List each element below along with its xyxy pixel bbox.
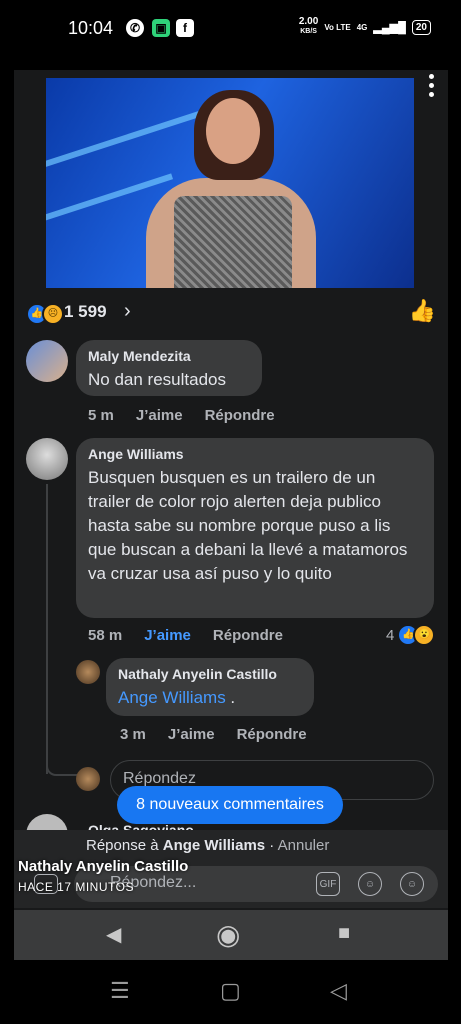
status-time: 10:04 (68, 18, 114, 38)
chevron-right-icon[interactable]: › (124, 300, 131, 323)
comment-text: No dan resultados (88, 370, 226, 389)
comment-actions: 5 m J’aime Répondre (88, 407, 275, 424)
avatar (76, 767, 100, 791)
home-circle-icon[interactable]: ◉ (216, 918, 240, 951)
wow-reaction-icon: 😮 (413, 624, 436, 646)
inner-navigation-bar: ◀ ◉ ■ (14, 910, 448, 960)
reply-text: Ange Williams . (118, 688, 236, 707)
reply-time: 3 m (120, 726, 146, 743)
comment-actions: 58 m J’aime Répondre (88, 627, 283, 644)
recents-square-icon[interactable]: ■ (338, 922, 350, 945)
facebook-icon: f (176, 19, 194, 37)
app-icon: ▣ (152, 19, 170, 37)
back-triangle-icon[interactable]: ◁ (330, 978, 347, 1004)
sad-reaction-icon: ☹ (42, 303, 64, 325)
avatar[interactable] (76, 660, 100, 684)
overlay-timestamp: HACE 17 MINUTOS (18, 880, 134, 894)
video-player[interactable] (46, 78, 414, 288)
status-bar: 10:04 ✆ ▣ f 2.00 KB/S Vo LTE 4G ▂▄▆█ 20 (0, 0, 461, 58)
mention-link[interactable]: Ange Williams (118, 688, 226, 707)
like-button[interactable]: J’aime (168, 726, 215, 743)
comment-reaction-count: 4 (386, 626, 395, 644)
system-navigation-bar: ☰ ▢ ◁ (0, 962, 461, 1024)
sticker-icon[interactable]: ☺ (358, 872, 382, 896)
cancel-reply-button[interactable]: Annuler (278, 837, 330, 854)
avatar[interactable] (26, 438, 68, 480)
volte-label: Vo LTE (324, 22, 351, 32)
like-thumb-icon[interactable]: 👍 (409, 298, 436, 324)
network-type: 4G (356, 22, 368, 32)
recents-menu-icon[interactable]: ☰ (110, 978, 130, 1004)
like-button[interactable]: J’aime (136, 407, 183, 424)
reply-bubble[interactable]: Nathaly Anyelin Castillo Ange Williams . (106, 658, 314, 716)
reply-button[interactable]: Répondre (205, 407, 275, 424)
reply-button[interactable]: Répondre (213, 627, 283, 644)
whatsapp-icon: ✆ (126, 19, 144, 37)
status-right: 2.00 KB/S Vo LTE 4G ▂▄▆█ 20 (299, 17, 431, 37)
more-options-icon[interactable] (422, 70, 440, 106)
replying-to-name: Ange Williams (162, 837, 266, 854)
reaction-icons: 👍 ☹ (26, 303, 64, 325)
avatar[interactable] (26, 340, 68, 382)
comment-time: 5 m (88, 407, 114, 424)
network-speed: 2.00 KB/S (298, 16, 319, 36)
video-person-dress (174, 196, 292, 288)
like-button[interactable]: J’aime (144, 627, 191, 644)
replying-to-bar: Réponse à Ange Williams · Annuler (14, 830, 448, 860)
gif-icon[interactable]: GIF (316, 872, 340, 896)
new-comments-button[interactable]: 8 nouveaux commentaires (117, 786, 343, 824)
facebook-screen: 👍 ☹ 1 599 › 👍 Maly Mendezita No dan resu… (14, 70, 448, 960)
reply-author[interactable]: Nathaly Anyelin Castillo (118, 666, 302, 682)
reply-actions: 3 m J’aime Répondre (120, 726, 307, 743)
comment-time: 58 m (88, 627, 123, 644)
thread-connector (46, 670, 78, 776)
reply-button[interactable]: Répondre (237, 726, 307, 743)
video-person-face (206, 98, 260, 164)
comment-text: Busquen busquen es un trailero de un tra… (88, 468, 408, 583)
video-stripe (46, 107, 213, 175)
home-square-icon[interactable]: ▢ (220, 978, 241, 1004)
comment-bubble[interactable]: Maly Mendezita No dan resultados (76, 340, 262, 396)
emoji-icon[interactable]: ☺ (400, 872, 424, 896)
comment-reaction-summary[interactable]: 4 👍 😮 (386, 624, 436, 646)
comment-author[interactable]: Maly Mendezita (88, 348, 250, 364)
reaction-count: 1 599 (64, 302, 107, 321)
signal-icon: ▂▄▆█ (373, 21, 406, 34)
overlay-author: Nathaly Anyelin Castillo (18, 858, 189, 875)
battery-icon: 20 (411, 19, 431, 35)
back-triangle-icon[interactable]: ◀ (106, 922, 121, 947)
comment-bubble[interactable]: Ange Williams Busquen busquen es un trai… (76, 438, 434, 618)
reactions-bar[interactable]: 👍 ☹ 1 599 › 👍 (14, 288, 448, 336)
comment-author[interactable]: Ange Williams (88, 446, 422, 462)
